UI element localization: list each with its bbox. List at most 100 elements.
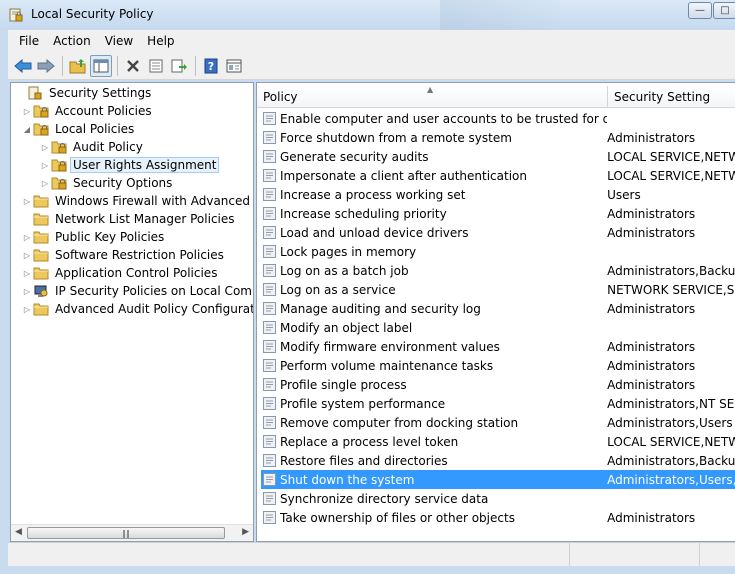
tree-collapse-icon[interactable]: ◢ — [21, 125, 33, 134]
scroll-right-icon[interactable]: ▶ — [242, 527, 249, 537]
show-hide-console-tree-button[interactable] — [90, 54, 112, 77]
policy-row[interactable]: Force shutdown from a remote system Admin… — [261, 128, 735, 147]
policy-row[interactable]: Synchronize directory service data — [261, 489, 735, 508]
tree-item-label: Windows Firewall with Advanced Secu — [55, 194, 253, 208]
tree-item[interactable]: ▷ Application Control Policies — [21, 264, 219, 282]
status-cell-main — [8, 543, 570, 566]
toolbar-separator — [195, 55, 196, 76]
policy-name: Impersonate a client after authenticatio… — [280, 168, 527, 183]
tree-item[interactable]: ▷ Windows Firewall with Advanced Secu — [21, 192, 253, 210]
menu-view[interactable]: View — [98, 34, 140, 48]
policy-icon — [263, 340, 276, 353]
policy-name: Log on as a batch job — [280, 263, 409, 278]
tree-item[interactable]: Security Settings — [15, 84, 153, 102]
policy-security-setting: Administrators — [607, 130, 696, 145]
policy-row[interactable]: Shut down the system Administrators,Users… — [261, 470, 735, 489]
tree-item-label: Public Key Policies — [55, 230, 165, 244]
menu-help[interactable]: Help — [140, 34, 181, 48]
tree-item[interactable]: ▷ Security Options — [39, 174, 174, 192]
policy-row[interactable]: Profile single process Administrators — [261, 375, 735, 394]
tree-item-label: Security Options — [73, 176, 173, 190]
tree-expand-icon[interactable]: ▷ — [21, 107, 33, 116]
policy-icon — [263, 226, 276, 239]
policy-row[interactable]: Lock pages in memory — [261, 242, 735, 261]
policy-security-setting: Users — [607, 187, 641, 202]
folder-icon — [51, 140, 67, 154]
policy-row[interactable]: Enable computer and user accounts to be … — [261, 109, 735, 128]
policy-icon — [263, 359, 276, 372]
tree-item[interactable]: ▷ IP Security Policies on Local Compute — [21, 282, 253, 300]
policy-row[interactable]: Take ownership of files or other objects… — [261, 508, 735, 527]
menu-action[interactable]: Action — [46, 34, 98, 48]
status-bar — [8, 542, 735, 566]
menu-bar: File Action View Help — [8, 30, 735, 52]
tree-item[interactable]: ◢ Local Policies — [21, 120, 136, 138]
policy-row[interactable]: Manage auditing and security log Administ… — [261, 299, 735, 318]
tree-expand-icon[interactable]: ▷ — [39, 143, 51, 152]
folder-icon — [33, 230, 49, 244]
tree-expand-icon[interactable]: ▷ — [21, 233, 33, 242]
background-window-ghost — [440, 0, 560, 30]
policy-security-setting: Administrators — [607, 377, 696, 392]
scroll-left-icon[interactable]: ◀ — [15, 527, 22, 537]
toolbar: ? — [8, 52, 735, 80]
policy-icon — [263, 302, 276, 315]
delete-icon — [127, 59, 139, 72]
back-button[interactable] — [12, 55, 34, 77]
maximize-button[interactable]: □ — [713, 2, 735, 19]
tree-expand-icon[interactable]: ▷ — [39, 161, 51, 170]
policy-list-view: Policy ▲ Security Setting Enable compute… — [256, 82, 735, 542]
tree-expand-icon[interactable]: ▷ — [21, 269, 33, 278]
policy-row[interactable]: Increase a process working set Users — [261, 185, 735, 204]
horizontal-scrollbar[interactable]: ◀ ‖‖ ▶ — [11, 524, 253, 541]
policy-security-setting: Administrators — [607, 301, 696, 316]
policy-row[interactable]: Load and unload device drivers Administra… — [261, 223, 735, 242]
delete-button[interactable] — [122, 55, 144, 77]
help-button[interactable]: ? — [200, 55, 222, 77]
policy-row[interactable]: Log on as a batch job Administrators,Back… — [261, 261, 735, 280]
properties-button[interactable] — [145, 55, 167, 77]
policy-row[interactable]: Modify an object label — [261, 318, 735, 337]
policy-name: Replace a process level token — [280, 434, 459, 449]
tree-expand-icon[interactable]: ▷ — [21, 197, 33, 206]
tree-item[interactable]: ▷ Audit Policy — [39, 138, 145, 156]
tree-item[interactable]: Network List Manager Policies — [21, 210, 237, 228]
policy-row[interactable]: Perform volume maintenance tasks Administ… — [261, 356, 735, 375]
policy-row[interactable]: Increase scheduling priority Administrato… — [261, 204, 735, 223]
tree-expand-icon[interactable]: ▷ — [21, 287, 33, 296]
policy-icon — [263, 169, 276, 182]
tree-expand-icon[interactable]: ▷ — [39, 179, 51, 188]
column-header-policy[interactable]: Policy ▲ — [257, 85, 608, 108]
up-one-level-button[interactable] — [67, 55, 89, 77]
folder-icon — [33, 266, 49, 280]
tree-item[interactable]: ▷ Account Policies — [21, 102, 154, 120]
policy-row[interactable]: Remove computer from docking station Admi… — [261, 413, 735, 432]
menu-file[interactable]: File — [12, 34, 46, 48]
tree-item[interactable]: ▷ Public Key Policies — [21, 228, 166, 246]
policy-name: Load and unload device drivers — [280, 225, 469, 240]
forward-button[interactable] — [35, 55, 57, 77]
console-view-button[interactable] — [223, 55, 245, 77]
status-cell-secondary — [570, 543, 700, 566]
minimize-button[interactable]: — — [688, 2, 712, 19]
policy-row[interactable]: Impersonate a client after authenticatio… — [261, 166, 735, 185]
tree-item[interactable]: ▷ Advanced Audit Policy Configuration — [21, 300, 253, 318]
tree-item[interactable]: ▷ Software Restriction Policies — [21, 246, 226, 264]
policy-row[interactable]: Replace a process level token LOCAL SERVI… — [261, 432, 735, 451]
policy-row[interactable]: Log on as a service NETWORK SERVICE,SQ — [261, 280, 735, 299]
tree-expand-icon[interactable]: ▷ — [21, 305, 33, 314]
back-icon — [14, 58, 32, 73]
policy-row[interactable]: Generate security audits LOCAL SERVICE,NE… — [261, 147, 735, 166]
policy-row[interactable]: Profile system performance Administrators… — [261, 394, 735, 413]
policy-row[interactable]: Modify firmware environment values Admini… — [261, 337, 735, 356]
policy-name: Profile single process — [280, 377, 407, 392]
column-header-security-setting[interactable]: Security Setting — [608, 86, 735, 108]
export-list-button[interactable] — [168, 55, 190, 77]
toolbar-separator — [117, 55, 118, 76]
tree-expand-icon[interactable]: ▷ — [21, 251, 33, 260]
policy-security-setting: Administrators,NT SERV — [607, 396, 735, 411]
tree-item[interactable]: ▷ User Rights Assignment — [39, 156, 220, 174]
policy-icon — [263, 435, 276, 448]
scrollbar-thumb[interactable]: ‖‖ — [27, 527, 225, 539]
policy-row[interactable]: Restore files and directories Administrat… — [261, 451, 735, 470]
